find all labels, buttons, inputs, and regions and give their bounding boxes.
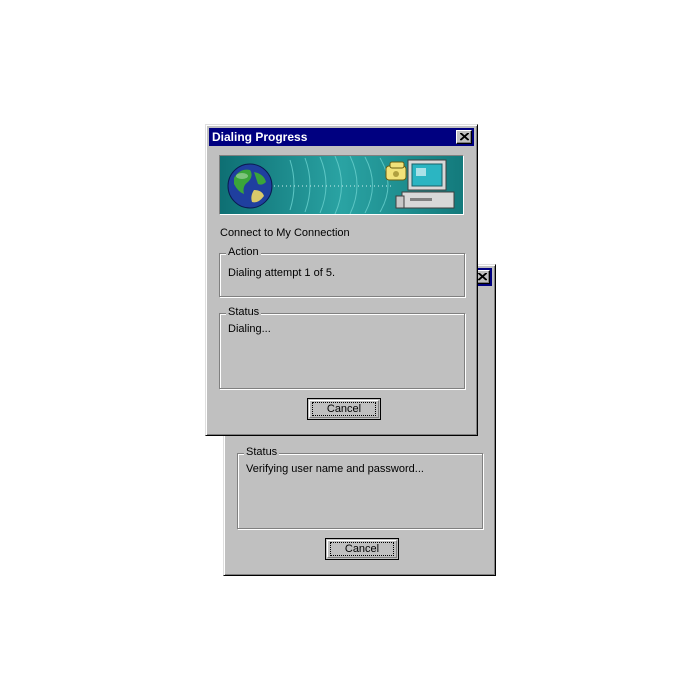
close-icon	[460, 133, 469, 141]
connect-text: Connect to My Connection	[220, 227, 350, 239]
front-dialog-title: Dialing Progress	[212, 130, 308, 144]
dialing-banner	[219, 155, 464, 215]
action-label: Action	[226, 246, 261, 258]
cancel-button[interactable]: Cancel	[307, 398, 381, 420]
status-text: Dialing...	[228, 323, 271, 335]
front-dialog-close-button[interactable]	[456, 130, 472, 144]
back-cancel-label: Cancel	[330, 542, 394, 556]
back-status-label: Status	[244, 446, 280, 458]
status-label: Status	[226, 306, 262, 318]
back-status-group: Status Verifying user name and password.…	[237, 446, 483, 529]
front-dialog: Dialing Progress Connect to My Connectio…	[205, 124, 478, 436]
close-icon	[478, 273, 487, 281]
back-status-text: Verifying user name and password...	[246, 463, 424, 475]
back-cancel-button[interactable]: Cancel	[325, 538, 399, 560]
status-group: Status Dialing...	[219, 306, 465, 389]
cancel-label: Cancel	[312, 402, 376, 416]
action-group: Action Dialing attempt 1 of 5.	[219, 246, 465, 297]
action-text: Dialing attempt 1 of 5.	[228, 267, 336, 279]
front-dialog-titlebar[interactable]: Dialing Progress	[209, 128, 474, 146]
globe-icon	[227, 163, 273, 209]
